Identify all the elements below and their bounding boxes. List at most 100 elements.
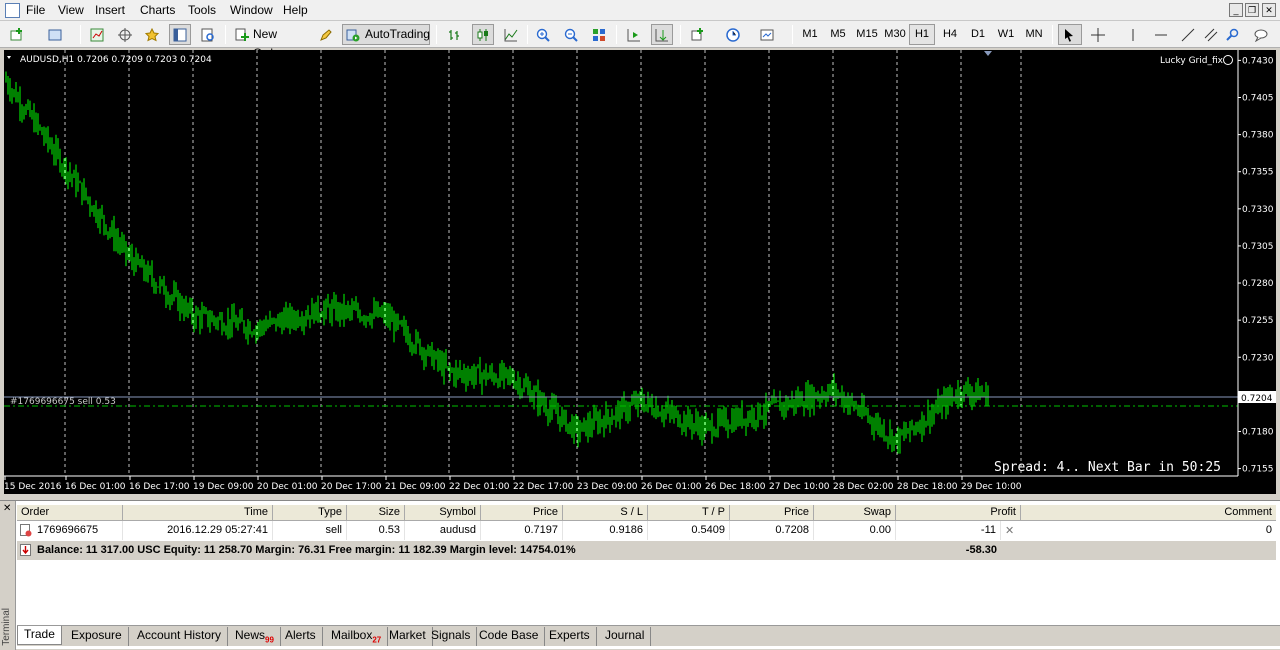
horizontal-line-button[interactable] [1150, 24, 1172, 45]
bar-chart-button[interactable] [444, 24, 466, 45]
order-id: 1769696675 [33, 521, 123, 540]
templates-button[interactable] [756, 24, 786, 45]
close-order-icon[interactable]: ✕ [1005, 524, 1014, 537]
timeframe-d1[interactable]: D1 [965, 24, 991, 45]
search-icon [1226, 28, 1239, 41]
table-row[interactable]: 1769696675 2016.12.29 05:27:41 sell 0.53… [17, 521, 1276, 540]
col-tp[interactable]: T / P [648, 505, 730, 521]
text-tool-button[interactable] [1222, 24, 1244, 45]
chart-shift-marker-icon[interactable] [984, 51, 992, 56]
tab-alerts[interactable]: Alerts [279, 627, 323, 646]
bar-chart-icon [449, 30, 459, 40]
crosshair-tool-button[interactable] [1087, 24, 1111, 45]
market-watch-button[interactable] [86, 24, 108, 45]
crosshair-icon [118, 28, 132, 42]
col-swap[interactable]: Swap [814, 505, 896, 521]
trendline-button[interactable] [1177, 24, 1199, 45]
tab-journal[interactable]: Journal [599, 627, 652, 646]
tab-signals[interactable]: Signals [425, 627, 478, 646]
timeframe-h4[interactable]: H4 [937, 24, 963, 45]
tab-label: Alerts [285, 628, 316, 642]
strategy-tester-button[interactable] [197, 24, 219, 45]
metaeditor-button[interactable] [315, 24, 337, 45]
col-size[interactable]: Size [347, 505, 405, 521]
col-price[interactable]: Price [481, 505, 563, 521]
terminal-close-icon[interactable]: ✕ [3, 503, 11, 514]
chat-button[interactable] [1250, 24, 1276, 45]
restore-icon[interactable]: ❐ [1245, 3, 1259, 17]
time-tick-label: 28 Dec 18:00 [897, 482, 958, 492]
crosshair-tool-icon [1091, 28, 1105, 42]
terminal-label: Terminal [1, 608, 12, 646]
tab-label: News [235, 628, 266, 642]
tab-code-base[interactable]: Code Base [473, 627, 546, 646]
menu-file[interactable]: File [26, 3, 45, 17]
terminal-tabs: Trade Exposure Account History News99 Alerts… [17, 625, 1280, 646]
chart-shift-button[interactable] [623, 24, 645, 45]
col-time[interactable]: Time [123, 505, 273, 521]
col-type[interactable]: Type [273, 505, 347, 521]
price-tick-label: 0.7180 [1242, 427, 1274, 437]
tab-trade[interactable]: Trade [17, 626, 62, 645]
tab-account-history[interactable]: Account History [131, 627, 229, 646]
menu-help[interactable]: Help [283, 3, 308, 17]
cursor-button[interactable] [1058, 24, 1082, 45]
timeframe-m30[interactable]: M30 [881, 24, 909, 45]
timeframe-m5[interactable]: M5 [825, 24, 851, 45]
tab-news[interactable]: News99 [229, 627, 281, 646]
data-window-button[interactable] [114, 24, 136, 45]
col-order[interactable]: Order [17, 505, 123, 521]
order-size: 0.53 [347, 521, 405, 540]
timeframe-h1[interactable]: H1 [909, 24, 935, 45]
new-chart-button[interactable] [6, 24, 38, 45]
menu-charts[interactable]: Charts [140, 3, 175, 17]
col-cur-price[interactable]: Price [730, 505, 814, 521]
new-order-button[interactable]: New Order [231, 24, 309, 60]
col-sl[interactable]: S / L [563, 505, 648, 521]
tab-mailbox[interactable]: Mailbox27 [325, 627, 389, 646]
col-comment[interactable]: Comment [1021, 505, 1276, 521]
timeframe-mn[interactable]: MN [1021, 24, 1047, 45]
price-chart[interactable]: #1769696675 sell 0.53 AUDUSD,H1 0.7206 0… [4, 50, 1276, 494]
auto-scroll-button[interactable] [651, 24, 673, 45]
vertical-line-icon [1132, 29, 1134, 41]
menu-insert[interactable]: Insert [95, 3, 125, 17]
chat-icon [1254, 29, 1268, 42]
tab-experts[interactable]: Experts [543, 627, 597, 646]
indicators-button[interactable] [687, 24, 717, 45]
navigator-button[interactable] [141, 24, 163, 45]
menu-view[interactable]: View [58, 3, 84, 17]
tab-badge: 99 [265, 635, 274, 645]
close-icon[interactable]: ✕ [1262, 3, 1276, 17]
terminal-button[interactable] [169, 24, 191, 45]
periods-button[interactable] [722, 24, 752, 45]
channel-button[interactable] [1200, 24, 1222, 45]
col-symbol[interactable]: Symbol [405, 505, 481, 521]
menu-window[interactable]: Window [230, 3, 273, 17]
profiles-button[interactable] [44, 24, 74, 45]
line-chart-button[interactable] [500, 24, 522, 45]
timeframe-w1[interactable]: W1 [993, 24, 1019, 45]
zoom-out-button[interactable] [560, 24, 582, 45]
menu-tools[interactable]: Tools [188, 3, 216, 17]
templates-icon [760, 29, 774, 41]
zoom-out-icon [564, 28, 578, 42]
tab-badge: 27 [372, 635, 382, 645]
zoom-in-button[interactable] [532, 24, 554, 45]
price-tick-label: 0.7305 [1242, 242, 1274, 252]
chart-menu-icon[interactable] [7, 56, 11, 59]
vertical-line-button[interactable] [1122, 24, 1144, 45]
tab-exposure[interactable]: Exposure [65, 627, 129, 646]
timeframe-m1[interactable]: M1 [797, 24, 823, 45]
minimize-icon[interactable]: _ [1229, 3, 1243, 17]
terminal-window-icon [173, 28, 187, 42]
new-order-icon [235, 28, 249, 41]
candlestick-button[interactable] [472, 24, 494, 45]
timeframe-m15[interactable]: M15 [853, 24, 881, 45]
col-profit[interactable]: Profit [896, 505, 1021, 521]
balance-icon [20, 544, 31, 556]
trendline-icon [1181, 28, 1195, 42]
tile-windows-button[interactable] [588, 24, 610, 45]
autotrading-button[interactable]: AutoTrading [342, 24, 430, 45]
time-tick-label: 20 Dec 01:00 [257, 482, 318, 492]
